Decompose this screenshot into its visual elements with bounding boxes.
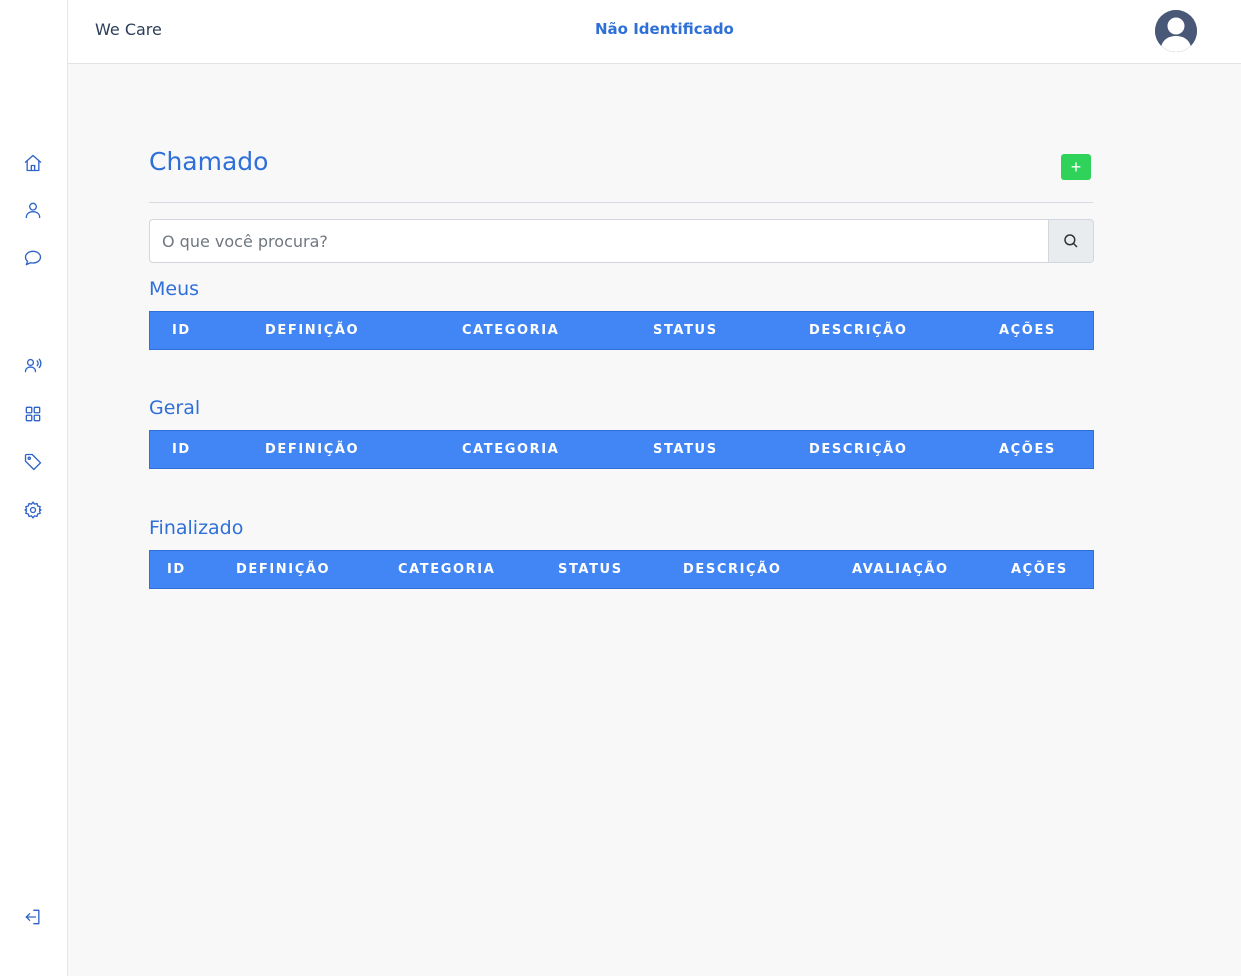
settings-icon[interactable] bbox=[22, 499, 44, 521]
column-header-definicao[interactable]: DEFINIÇÃO bbox=[236, 562, 330, 577]
section-title-geral: Geral bbox=[149, 397, 201, 419]
column-header-definicao[interactable]: DEFINIÇÃO bbox=[265, 442, 359, 457]
avatar[interactable] bbox=[1155, 10, 1197, 52]
column-header-descricao[interactable]: DESCRIÇÃO bbox=[809, 323, 907, 338]
column-header-acoes[interactable]: AÇÕES bbox=[1011, 562, 1068, 577]
contacts-icon[interactable] bbox=[22, 354, 44, 376]
table-header-geral: ID DEFINIÇÃO CATEGORIA STATUS DESCRIÇÃO … bbox=[149, 430, 1094, 469]
apps-icon[interactable] bbox=[22, 403, 44, 425]
column-header-id[interactable]: ID bbox=[172, 442, 191, 457]
tag-icon[interactable] bbox=[22, 451, 44, 473]
column-header-acoes[interactable]: AÇÕES bbox=[999, 323, 1056, 338]
column-header-id[interactable]: ID bbox=[172, 323, 191, 338]
add-button[interactable]: + bbox=[1061, 154, 1091, 180]
user-icon[interactable] bbox=[22, 199, 44, 221]
brand-name: We Care bbox=[95, 20, 162, 39]
home-icon[interactable] bbox=[22, 152, 44, 174]
column-header-id[interactable]: ID bbox=[167, 562, 186, 577]
section-title-finalizado: Finalizado bbox=[149, 517, 244, 539]
column-header-categoria[interactable]: CATEGORIA bbox=[462, 442, 559, 457]
column-header-categoria[interactable]: CATEGORIA bbox=[398, 562, 495, 577]
column-header-avaliacao[interactable]: AVALIAÇÃO bbox=[852, 562, 949, 577]
search-icon bbox=[1064, 234, 1078, 248]
sidebar bbox=[0, 0, 68, 976]
page-title: Chamado bbox=[149, 147, 269, 176]
avatar-icon bbox=[1155, 10, 1197, 52]
column-header-definicao[interactable]: DEFINIÇÃO bbox=[265, 323, 359, 338]
column-header-status[interactable]: STATUS bbox=[558, 562, 623, 577]
column-header-status[interactable]: STATUS bbox=[653, 442, 718, 457]
column-header-categoria[interactable]: CATEGORIA bbox=[462, 323, 559, 338]
search-input[interactable] bbox=[149, 219, 1048, 263]
table-header-finalizado: ID DEFINIÇÃO CATEGORIA STATUS DESCRIÇÃO … bbox=[149, 550, 1094, 589]
table-header-meus: ID DEFINIÇÃO CATEGORIA STATUS DESCRIÇÃO … bbox=[149, 311, 1094, 350]
column-header-descricao[interactable]: DESCRIÇÃO bbox=[809, 442, 907, 457]
search-bar bbox=[149, 219, 1094, 263]
column-header-acoes[interactable]: AÇÕES bbox=[999, 442, 1056, 457]
user-status-label: Não Identificado bbox=[595, 20, 734, 38]
column-header-status[interactable]: STATUS bbox=[653, 323, 718, 338]
search-button[interactable] bbox=[1048, 219, 1094, 263]
divider bbox=[149, 202, 1093, 203]
column-header-descricao[interactable]: DESCRIÇÃO bbox=[683, 562, 781, 577]
top-bar: We Care Não Identificado bbox=[68, 0, 1241, 64]
chat-icon[interactable] bbox=[22, 247, 44, 269]
section-title-meus: Meus bbox=[149, 278, 200, 300]
logout-icon[interactable] bbox=[22, 906, 44, 928]
